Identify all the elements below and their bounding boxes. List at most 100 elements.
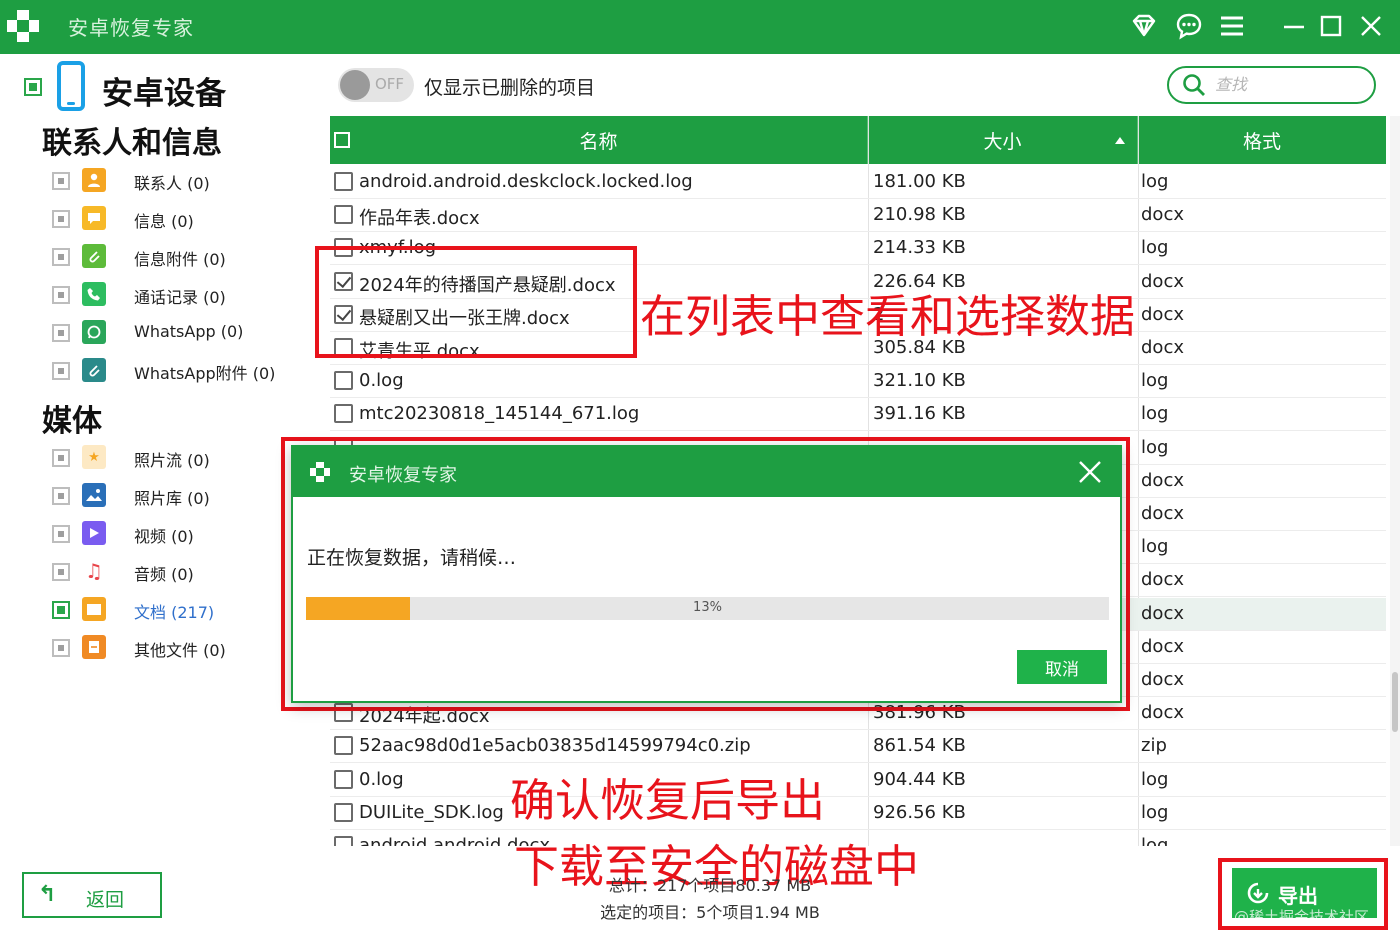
file-size-cell: 321.10 KB (873, 370, 966, 392)
table-row[interactable]: 作品年表.docx 210.98 KB docx (330, 199, 1386, 233)
dialog-message: 正在恢复数据，请稍候… (307, 547, 517, 569)
column-size-label: 大小 (983, 130, 1022, 153)
category-audio[interactable]: ♫ 音频 (0) (52, 557, 292, 585)
back-button[interactable]: ↰ 返回 (22, 872, 162, 918)
deleted-only-toggle[interactable]: OFF (338, 68, 414, 102)
category-whatsapp-attachments[interactable]: WhatsApp附件 (0) (52, 356, 292, 384)
row-checkbox[interactable] (334, 769, 353, 789)
progress-percent: 13% (693, 600, 722, 615)
category-checkbox[interactable] (52, 601, 70, 619)
file-format-cell: log (1141, 768, 1169, 790)
category-checkbox[interactable] (52, 210, 70, 228)
recovery-progress-bar: 13% (306, 597, 1109, 620)
message-icon (82, 206, 106, 230)
file-format-cell: docx (1141, 702, 1184, 724)
row-checkbox[interactable] (334, 802, 353, 822)
selected-items-text: 选定的项目：5个项目1.94 MB (600, 903, 820, 922)
category-checkbox[interactable] (52, 172, 70, 190)
scrollbar-thumb[interactable] (1392, 672, 1398, 732)
chat-icon[interactable] (1172, 10, 1206, 42)
category-label: 音频 (0) (134, 565, 194, 584)
table-row[interactable]: 0.log 321.10 KB log (330, 365, 1386, 399)
image-icon (82, 483, 106, 507)
category-other-files[interactable]: 其他文件 (0) (52, 633, 292, 661)
search-box[interactable] (1167, 66, 1376, 104)
back-arrow-icon: ↰ (38, 882, 57, 907)
file-format-cell: docx (1141, 635, 1184, 657)
title-bar: 安卓恢复专家 (0, 0, 1400, 54)
category-video[interactable]: 视频 (0) (52, 519, 292, 547)
row-checkbox[interactable] (334, 836, 353, 846)
category-label: 其他文件 (0) (134, 641, 226, 660)
search-input[interactable] (1215, 74, 1365, 98)
table-row[interactable]: android.android.deskclock.locked.log 181… (330, 166, 1386, 199)
table-scrollbar[interactable] (1390, 116, 1400, 846)
maximize-icon[interactable] (1314, 10, 1348, 42)
category-checkbox[interactable] (52, 449, 70, 467)
annotation-box-selection (315, 246, 637, 358)
category-checkbox[interactable] (52, 286, 70, 304)
category-checkbox[interactable] (52, 362, 70, 380)
category-call-log[interactable]: 通话记录 (0) (52, 280, 292, 308)
row-checkbox[interactable] (334, 205, 353, 225)
category-photo-stream[interactable]: ★ 照片流 (0) (52, 443, 292, 471)
phone-call-icon (82, 282, 106, 306)
column-name-label: 名称 (579, 130, 618, 153)
dialog-close-icon[interactable] (1077, 459, 1103, 485)
toggle-knob (340, 70, 370, 100)
table-row[interactable]: 52aac98d0d1e5acb03835d14599794c0.zip 861… (330, 730, 1386, 764)
category-checkbox[interactable] (52, 639, 70, 657)
category-documents[interactable]: 文档 (217) (52, 595, 292, 623)
menu-icon[interactable] (1215, 10, 1249, 42)
category-checkbox[interactable] (52, 487, 70, 505)
dialog-header: 安卓恢复专家 (293, 447, 1120, 497)
category-label: 照片流 (0) (134, 451, 210, 470)
minimize-icon[interactable] (1277, 10, 1311, 42)
star-icon: ★ (82, 445, 106, 469)
category-label: WhatsApp (0) (134, 322, 244, 341)
row-checkbox[interactable] (334, 404, 353, 424)
file-format-cell: docx (1141, 469, 1184, 491)
category-photo-library[interactable]: 照片库 (0) (52, 481, 292, 509)
category-label: 文档 (217) (134, 603, 215, 622)
column-header-size[interactable]: 大小 (868, 116, 1138, 164)
file-format-cell: docx (1141, 669, 1184, 690)
toggle-label: 仅显示已删除的项目 (424, 77, 596, 99)
category-messages[interactable]: 信息 (0) (52, 204, 292, 232)
file-format-cell: docx (1141, 337, 1184, 358)
row-checkbox[interactable] (334, 371, 353, 391)
file-name-cell: android.android.deskclock.locked.log (359, 171, 693, 192)
category-checkbox[interactable] (52, 563, 70, 581)
section-title-media: 媒体 (42, 404, 102, 439)
vip-diamond-icon[interactable] (1127, 10, 1161, 42)
file-size-cell: 904.44 KB (873, 768, 966, 790)
file-format-cell: zip (1141, 735, 1167, 757)
back-button-label: 返回 (86, 889, 125, 911)
category-checkbox[interactable] (52, 525, 70, 543)
table-row[interactable]: mtc20230818_145144_671.log 391.16 KB log (330, 398, 1386, 432)
close-icon[interactable] (1354, 10, 1388, 42)
category-checkbox[interactable] (52, 324, 70, 342)
file-format-cell: log (1141, 370, 1169, 392)
cancel-button[interactable]: 取消 (1017, 650, 1107, 684)
category-contacts[interactable]: 联系人 (0) (52, 166, 292, 194)
export-icon (1247, 882, 1269, 904)
category-checkbox[interactable] (52, 248, 70, 266)
recovery-progress-dialog: 安卓恢复专家 正在恢复数据，请稍候… 13% 取消 (291, 445, 1122, 703)
file-format-cell: log (1141, 436, 1169, 458)
select-all-checkbox[interactable] (334, 132, 350, 148)
row-checkbox[interactable] (334, 172, 353, 191)
device-checkbox[interactable] (24, 78, 42, 96)
dialog-logo-icon (310, 462, 330, 482)
category-label: 联系人 (0) (134, 174, 210, 193)
table-row[interactable]: 0.log 904.44 KB log (330, 764, 1386, 797)
table-row[interactable]: DUILite_SDK.log 926.56 KB log (330, 797, 1386, 830)
column-header-name[interactable]: 名称 (330, 116, 868, 164)
app-title: 安卓恢复专家 (68, 16, 194, 40)
column-header-format[interactable]: 格式 (1138, 116, 1386, 164)
category-message-attachments[interactable]: 信息附件 (0) (52, 242, 292, 270)
category-whatsapp[interactable]: WhatsApp (0) (52, 318, 292, 346)
total-items-text: 总计：217个项目80.37 MB (608, 876, 812, 895)
row-checkbox[interactable] (334, 736, 353, 756)
file-format-cell: docx (1141, 569, 1184, 591)
